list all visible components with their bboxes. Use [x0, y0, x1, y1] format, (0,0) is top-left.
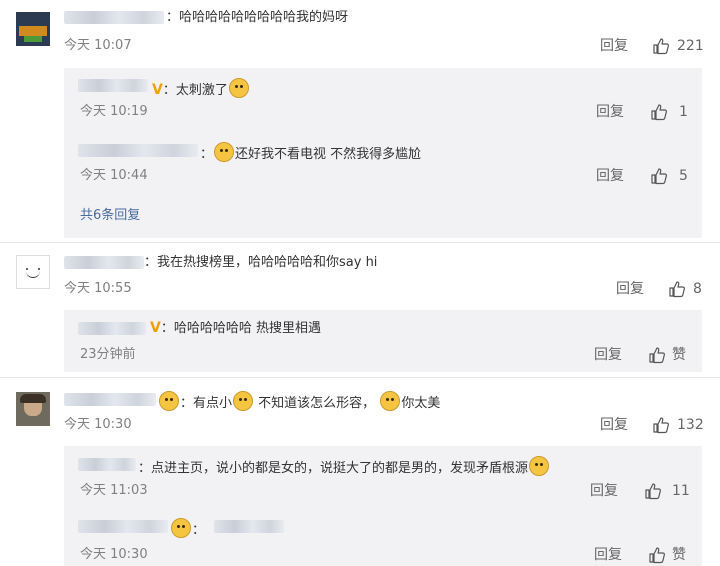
reply-text: V：太刺激了 [150, 78, 250, 99]
username-blurred[interactable] [78, 79, 148, 92]
reply-text: ： [170, 518, 205, 539]
username-blurred[interactable] [64, 256, 144, 269]
like-count: 8 [693, 281, 702, 297]
thumbs-up-icon[interactable] [652, 416, 670, 434]
reply-button[interactable]: 回复 [600, 417, 628, 433]
more-replies-link[interactable]: 共6条回复 [80, 208, 140, 224]
reply-text-blurred [214, 520, 284, 533]
username-blurred[interactable] [78, 520, 168, 533]
username-blurred[interactable] [78, 322, 146, 335]
reply-time: 今天 10:30 [80, 547, 148, 562]
reply-button[interactable]: 回复 [596, 168, 624, 184]
emoji-icon [529, 456, 550, 476]
reply-text: V：哈哈哈哈哈哈 热搜里相遇 [150, 320, 321, 336]
reply-button[interactable]: 回复 [594, 347, 622, 363]
reply-time: 今天 11:03 [80, 483, 148, 498]
username-blurred[interactable] [78, 458, 136, 471]
reply-button[interactable]: 回复 [616, 281, 644, 297]
emoji-icon [380, 391, 401, 411]
reply-panel: V：太刺激了 今天 10:19 回复 1 ：还好我不看电视 不然我得多尴尬 今天… [64, 68, 702, 238]
reply-panel: V：哈哈哈哈哈哈 热搜里相遇 23分钟前 回复 赞 [64, 310, 702, 372]
like-count: 赞 [672, 547, 686, 563]
comment-time: 今天 10:55 [64, 281, 132, 296]
like-count: 1 [679, 104, 688, 120]
username-blurred[interactable] [64, 393, 156, 406]
comment-time: 今天 10:30 [64, 417, 132, 432]
reply-button[interactable]: 回复 [594, 547, 622, 563]
username-blurred[interactable] [78, 144, 198, 157]
reply-text: ：点进主页，说小的都是女的，说挺大了的都是男的，发现矛盾根源 [138, 456, 550, 477]
thumbs-up-icon[interactable] [644, 482, 662, 500]
thumbs-up-icon[interactable] [650, 103, 668, 121]
doge-emoji-icon [214, 142, 235, 162]
thumbs-up-icon[interactable] [650, 167, 668, 185]
emoji-icon [233, 391, 254, 411]
comment-text: ：有点小 不知道该怎么形容， 你太美 [158, 391, 440, 412]
reply-time: 23分钟前 [80, 347, 136, 362]
doge-emoji-icon [159, 391, 179, 411]
reply-panel: ：点进主页，说小的都是女的，说挺大了的都是男的，发现矛盾根源 今天 11:03 … [64, 446, 702, 566]
like-count: 221 [677, 38, 704, 54]
reply-time: 今天 10:44 [80, 168, 148, 183]
thumbs-up-icon[interactable] [648, 546, 666, 564]
like-count: 5 [679, 168, 688, 184]
like-count: 赞 [672, 347, 686, 363]
reply-button[interactable]: 回复 [590, 483, 618, 499]
doge-emoji-icon [228, 78, 249, 98]
reply-button[interactable]: 回复 [596, 104, 624, 120]
comment-text: ：我在热搜榜里，哈哈哈哈哈和你say hi [144, 255, 378, 270]
avatar[interactable] [16, 12, 50, 46]
thumbs-up-icon[interactable] [652, 37, 670, 55]
divider [0, 377, 720, 378]
divider [0, 242, 720, 243]
avatar[interactable] [16, 255, 50, 289]
username-blurred[interactable] [64, 11, 164, 24]
vip-badge-icon: V [152, 82, 163, 98]
like-count: 11 [672, 483, 690, 499]
vip-badge-icon: V [150, 320, 161, 336]
avatar[interactable] [16, 392, 50, 426]
reply-button[interactable]: 回复 [600, 38, 628, 54]
thumbs-up-icon[interactable] [668, 280, 686, 298]
thumbs-up-icon[interactable] [648, 346, 666, 364]
reply-time: 今天 10:19 [80, 104, 148, 119]
reply-text: ：还好我不看电视 不然我得多尴尬 [200, 142, 421, 163]
comment-text: ：哈哈哈哈哈哈哈哈哈我的妈呀 [166, 10, 349, 25]
like-count: 132 [677, 417, 704, 433]
doge-emoji-icon [171, 518, 191, 538]
comment-time: 今天 10:07 [64, 38, 132, 53]
